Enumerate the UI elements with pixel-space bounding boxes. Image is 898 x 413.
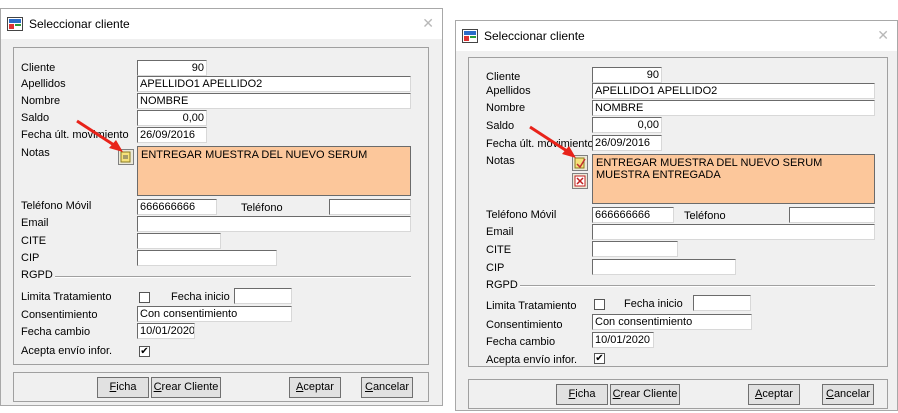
label-cip: CIP	[486, 262, 505, 274]
notas-text-line-1: ENTREGAR MUESTRA DEL NUEVO SERUM	[596, 157, 823, 169]
label-cip: CIP	[21, 252, 40, 264]
notas-text: ENTREGAR MUESTRA DEL NUEVO SERUM	[141, 149, 368, 161]
window-title: Seleccionar cliente	[484, 29, 585, 43]
cancelar-button[interactable]: Cancelar	[822, 384, 874, 405]
nombre-field[interactable]: NOMBRE	[137, 93, 411, 109]
label-fecha-inicio: Fecha inicio	[171, 291, 230, 303]
label-acepta-envio: Acepta envío infor.	[21, 345, 113, 357]
label-nombre: Nombre	[21, 95, 61, 107]
acepta-envio-checkbox[interactable]: ✔	[139, 346, 150, 357]
note-delete-button[interactable]	[572, 173, 588, 189]
ficha-button[interactable]: Ficha	[556, 384, 608, 405]
telefono-movil-field[interactable]: 666666666	[592, 207, 674, 223]
label-telefono-movil: Teléfono Móvil	[486, 209, 557, 221]
consentimiento-field[interactable]: Con consentimiento	[592, 314, 752, 330]
cite-field[interactable]	[592, 241, 678, 257]
aceptar-button[interactable]: Aceptar	[748, 384, 800, 405]
saldo-field[interactable]: 0,00	[592, 117, 662, 133]
label-cite: CITE	[21, 235, 47, 247]
aceptar-button[interactable]: Aceptar	[289, 377, 341, 398]
label-consentimiento: Consentimiento	[21, 309, 98, 321]
label-cliente: Cliente	[21, 62, 56, 74]
label-notas: Notas	[486, 155, 515, 167]
label-limita-tratamiento: Limita Tratamiento	[21, 291, 112, 303]
title-bar[interactable]: Seleccionar cliente ✕	[456, 21, 897, 51]
label-apellidos: Apellidos	[21, 78, 66, 90]
label-rgpd: RGPD	[21, 269, 53, 281]
label-telefono: Teléfono	[241, 202, 283, 214]
annotation-arrow	[76, 119, 123, 152]
apellidos-field[interactable]: APELLIDO1 APELLIDO2	[137, 76, 411, 92]
close-icon[interactable]: ✕	[422, 15, 434, 32]
fecha-inicio-field[interactable]	[693, 295, 751, 311]
cite-field[interactable]	[137, 233, 221, 249]
cliente-field[interactable]: 90	[592, 67, 662, 83]
notas-text-line-2: MUESTRA ENTREGADA	[596, 169, 721, 181]
fecha-ult-movimiento-field[interactable]: 26/09/2016	[137, 127, 207, 143]
label-fecha-inicio: Fecha inicio	[624, 298, 683, 310]
rgpd-separator	[520, 285, 875, 287]
fecha-cambio-field[interactable]: 10/01/2020	[592, 332, 654, 348]
notas-textarea[interactable]: ENTREGAR MUESTRA DEL NUEVO SERUM MUESTRA…	[592, 154, 875, 204]
close-icon[interactable]: ✕	[877, 27, 889, 44]
fecha-ult-movimiento-field[interactable]: 26/09/2016	[592, 135, 662, 151]
limita-tratamiento-checkbox[interactable]	[139, 292, 150, 303]
label-cite: CITE	[486, 244, 512, 256]
label-telefono-movil: Teléfono Móvil	[21, 200, 92, 212]
label-fecha-cambio: Fecha cambio	[486, 336, 556, 348]
dialog-right: Seleccionar cliente ✕ Cliente 90 Apellid…	[455, 20, 898, 411]
apellidos-field[interactable]: APELLIDO1 APELLIDO2	[592, 83, 875, 99]
label-notas: Notas	[21, 147, 50, 159]
telefono-field[interactable]	[329, 199, 411, 215]
window-title: Seleccionar cliente	[29, 17, 130, 31]
limita-tratamiento-checkbox[interactable]	[594, 299, 605, 310]
cliente-field[interactable]: 90	[137, 60, 207, 76]
crear-cliente-button[interactable]: Crear Cliente	[151, 377, 221, 398]
label-rgpd: RGPD	[486, 279, 518, 291]
label-email: Email	[21, 217, 49, 229]
app-icon	[462, 29, 478, 43]
title-bar[interactable]: Seleccionar cliente ✕	[1, 9, 442, 39]
note-delete-icon	[574, 175, 586, 187]
telefono-field[interactable]	[789, 207, 875, 223]
label-consentimiento: Consentimiento	[486, 319, 563, 331]
label-fecha-cambio: Fecha cambio	[21, 326, 91, 338]
ficha-button[interactable]: Ficha	[97, 377, 149, 398]
telefono-movil-field[interactable]: 666666666	[137, 199, 217, 215]
annotation-arrow	[529, 125, 576, 158]
consentimiento-field[interactable]: Con consentimiento	[137, 306, 292, 322]
fecha-cambio-field[interactable]: 10/01/2020	[137, 323, 195, 339]
label-saldo: Saldo	[486, 120, 515, 132]
rgpd-separator	[55, 276, 411, 278]
notas-textarea[interactable]: ENTREGAR MUESTRA DEL NUEVO SERUM	[137, 146, 411, 196]
cip-field[interactable]	[137, 250, 277, 266]
fecha-inicio-field[interactable]	[234, 288, 292, 304]
label-saldo: Saldo	[21, 112, 50, 124]
label-email: Email	[486, 226, 514, 238]
saldo-field[interactable]: 0,00	[137, 110, 207, 126]
crear-cliente-button[interactable]: Crear Cliente	[610, 384, 680, 405]
dialog-left: Seleccionar cliente ✕ Cliente 90 Apellid…	[0, 8, 443, 406]
label-apellidos: Apellidos	[486, 85, 531, 97]
label-acepta-envio: Acepta envío infor.	[486, 354, 578, 366]
cancelar-button[interactable]: Cancelar	[361, 377, 413, 398]
label-telefono: Teléfono	[684, 210, 726, 222]
label-nombre: Nombre	[486, 102, 526, 114]
email-field[interactable]	[137, 216, 411, 232]
app-icon	[7, 17, 23, 31]
cip-field[interactable]	[592, 259, 736, 275]
email-field[interactable]	[592, 224, 875, 240]
nombre-field[interactable]: NOMBRE	[592, 100, 875, 116]
label-limita-tratamiento: Limita Tratamiento	[486, 300, 577, 312]
acepta-envio-checkbox[interactable]: ✔	[594, 353, 605, 364]
label-cliente: Cliente	[486, 71, 521, 83]
